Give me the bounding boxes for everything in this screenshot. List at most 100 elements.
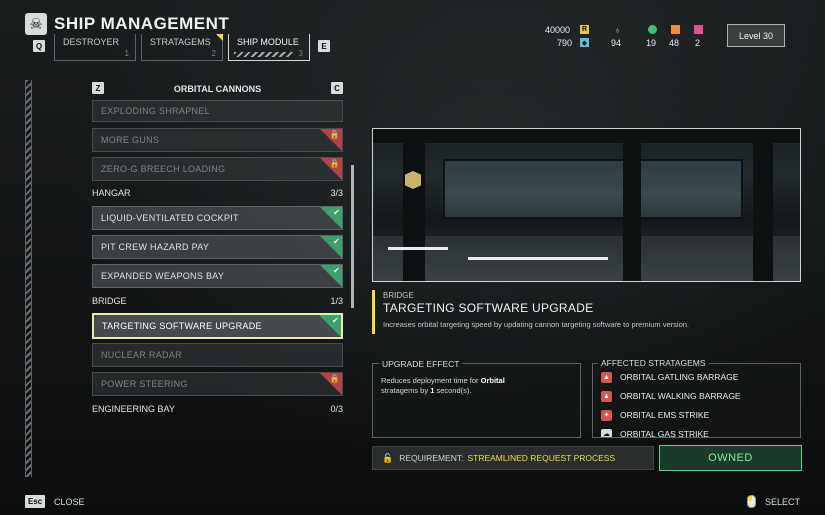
module-targeting-software-upgrade[interactable]: TARGETING SOFTWARE UPGRADE ✔ (92, 313, 343, 339)
module-nuclear-radar[interactable]: NUCLEAR RADAR (92, 343, 343, 367)
common-samples-count: 19 (646, 38, 657, 48)
owned-corner: ✔ (320, 265, 342, 287)
owned-corner: ✔ (320, 207, 342, 229)
module-label: EXPLODING SHRAPNEL (101, 106, 210, 116)
requirement-label: REQUIREMENT: (399, 453, 464, 463)
stratagem-row: ✦ ORBITAL EMS STRIKE (601, 408, 709, 422)
module-label: POWER STEERING (101, 379, 188, 389)
rare-samples-count: 48 (669, 38, 680, 48)
select-button[interactable]: SELECT (765, 497, 800, 507)
check-icon: ✔ (332, 208, 340, 217)
close-button[interactable]: CLOSE (54, 497, 85, 507)
detail-category: BRIDGE (383, 291, 414, 300)
affected-stratagems-title: AFFECTED STRATAGEMS (598, 358, 709, 368)
super-credits-icon: ◆ (580, 38, 589, 47)
section-count: 3/3 (330, 188, 343, 198)
module-power-steering[interactable]: POWER STEERING 🔒 (92, 372, 343, 396)
module-label: MORE GUNS (101, 135, 160, 145)
tab-label: SHIP MODULE (237, 37, 299, 47)
tab-number: 2 (211, 49, 216, 58)
lock-icon: 🔓 (382, 452, 394, 463)
module-zero-g-breech-loading[interactable]: ZERO-G BREECH LOADING 🔒 (92, 157, 343, 181)
common-sample-icon (648, 25, 657, 34)
key-q[interactable]: Q (33, 40, 45, 52)
orbital-walking-icon: ▲ (601, 390, 612, 402)
locked-corner: 🔒 (320, 373, 342, 395)
requisition-icon: R (580, 25, 589, 34)
stratagem-label: ORBITAL WALKING BARRAGE (620, 391, 741, 401)
upgrade-effect-text: Reduces deployment time for Orbital stra… (381, 376, 505, 395)
requirement-value: STREAMLINED REQUEST PROCESS (467, 453, 616, 463)
pillar-right (753, 129, 773, 281)
module-exploding-shrapnel[interactable]: EXPLODING SHRAPNEL (92, 100, 343, 122)
esc-key[interactable]: Esc (25, 495, 46, 508)
orbital-gas-icon: ☁ (601, 428, 612, 437)
section-engineering-bay: ENGINEERING BAY 0/3 (92, 404, 343, 418)
module-label: LIQUID-VENTILATED COCKPIT (101, 213, 239, 223)
upgrade-effect-panel: UPGRADE EFFECT Reduces deployment time f… (372, 359, 581, 438)
check-icon: ✔ (332, 237, 340, 246)
module-label: EXPANDED WEAPONS BAY (101, 271, 225, 281)
key-c[interactable]: C (331, 82, 343, 94)
section-bridge: BRIDGE 1/3 (92, 296, 343, 310)
section-label: HANGAR (92, 188, 131, 198)
tab-stratagems[interactable]: STRATAGEMS 2 (141, 34, 223, 61)
stratagem-label: ORBITAL GATLING BARRAGE (620, 372, 739, 382)
check-icon: ✔ (331, 316, 339, 325)
tab-label: DESTROYER (63, 37, 120, 47)
ceiling-beam (373, 129, 800, 143)
pillar-left (403, 129, 425, 281)
owned-corner: ✔ (320, 236, 342, 258)
floor-light (468, 257, 608, 260)
page-title: SHIP MANAGEMENT (54, 14, 230, 33)
module-label: ZERO-G BREECH LOADING (101, 164, 226, 174)
left-rail-decoration (25, 80, 32, 477)
locked-corner: 🔒 (320, 158, 342, 180)
skull-icon: ☠ (25, 13, 47, 35)
medal-icon: ♁ (614, 24, 621, 35)
orbital-ems-icon: ✦ (601, 409, 612, 421)
stratagem-row: ▲ ORBITAL GATLING BARRAGE (601, 370, 738, 384)
affected-stratagems-panel: AFFECTED STRATAGEMS ▲ ORBITAL GATLING BA… (592, 363, 801, 438)
super-credits: 790 (557, 38, 573, 48)
super-sample-icon (694, 25, 703, 34)
section-label: BRIDGE (92, 296, 127, 306)
tab-destroyer[interactable]: DESTROYER 1 (54, 34, 136, 61)
stratagem-label: ORBITAL EMS STRIKE (620, 410, 710, 420)
medals-count: 94 (611, 38, 622, 48)
floor-light (388, 247, 448, 250)
key-e[interactable]: E (318, 40, 330, 52)
lock-icon: 🔒 (329, 374, 340, 383)
stratagem-row: ▲ ORBITAL WALKING BARRAGE (601, 389, 741, 403)
list-header: Z ORBITAL CANNONS C (92, 82, 343, 97)
lock-icon: 🔒 (329, 130, 340, 139)
super-earth-emblem (405, 171, 421, 189)
category-title: ORBITAL CANNONS (173, 84, 262, 94)
requirement-bar: 🔓 REQUIREMENT: STREAMLINED REQUEST PROCE… (372, 446, 654, 470)
owned-button[interactable]: OWNED (659, 445, 802, 471)
bridge-window (443, 159, 743, 219)
level-badge: Level 30 (727, 24, 785, 47)
list-scrollbar[interactable] (351, 165, 354, 308)
owned-corner: ✔ (319, 315, 341, 337)
module-pit-crew-hazard-pay[interactable]: PIT CREW HAZARD PAY ✔ (92, 235, 343, 259)
requisition-slips: 40000 (545, 25, 571, 35)
tab-number: 3 (298, 49, 303, 58)
module-expanded-weapons-bay[interactable]: EXPANDED WEAPONS BAY ✔ (92, 264, 343, 288)
detail-title: TARGETING SOFTWARE UPGRADE (383, 301, 594, 315)
lock-icon: 🔒 (329, 159, 340, 168)
active-tab-hatch (234, 52, 293, 57)
tab-label: STRATAGEMS (150, 37, 211, 47)
module-label: NUCLEAR RADAR (101, 350, 182, 360)
mouse-left-click-icon (747, 495, 756, 508)
module-liquid-ventilated-cockpit[interactable]: LIQUID-VENTILATED COCKPIT ✔ (92, 206, 343, 230)
tab-ship-module[interactable]: SHIP MODULE 3 (228, 34, 310, 61)
locked-corner: 🔒 (320, 129, 342, 151)
orbital-gatling-icon: ▲ (601, 371, 612, 383)
module-preview-image (372, 128, 801, 282)
check-icon: ✔ (332, 266, 340, 275)
module-more-guns[interactable]: MORE GUNS 🔒 (92, 128, 343, 152)
pillar-center (623, 129, 641, 281)
module-label: TARGETING SOFTWARE UPGRADE (102, 321, 262, 331)
section-count: 0/3 (330, 404, 343, 414)
